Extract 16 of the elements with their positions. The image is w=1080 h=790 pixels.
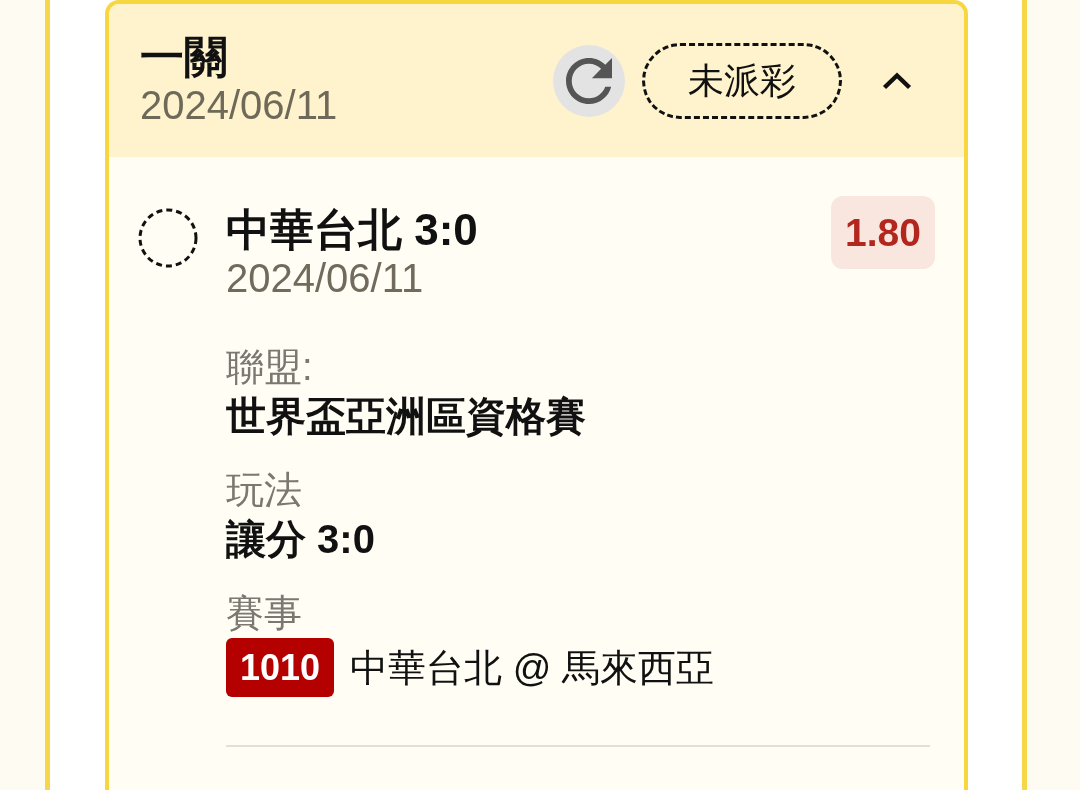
status-pill: 未派彩 [642, 42, 842, 119]
odds-badge: 1.80 [831, 196, 935, 269]
ticket-title: 一關 [140, 31, 228, 82]
detail-label: 玩法 [226, 468, 302, 513]
chevron-up-icon[interactable] [882, 71, 912, 90]
detail-label: 賽事 [226, 591, 302, 636]
ticket-date: 2024/06/11 [140, 81, 338, 128]
selection-date: 2024/06/11 [226, 255, 424, 301]
selection-title: 中華台北 3:0 [226, 205, 478, 255]
detail-label: 聯盟: [226, 345, 313, 390]
match-number-tag: 1010 [226, 638, 335, 697]
detail-value: 世界盃亞洲區資格賽 [226, 393, 586, 440]
match-name: 中華台北 @ 馬來西亞 [350, 645, 714, 691]
refresh-icon [566, 57, 612, 104]
detail-value: 讓分 3:0 [226, 516, 375, 563]
dashed-circle-icon [138, 208, 198, 268]
